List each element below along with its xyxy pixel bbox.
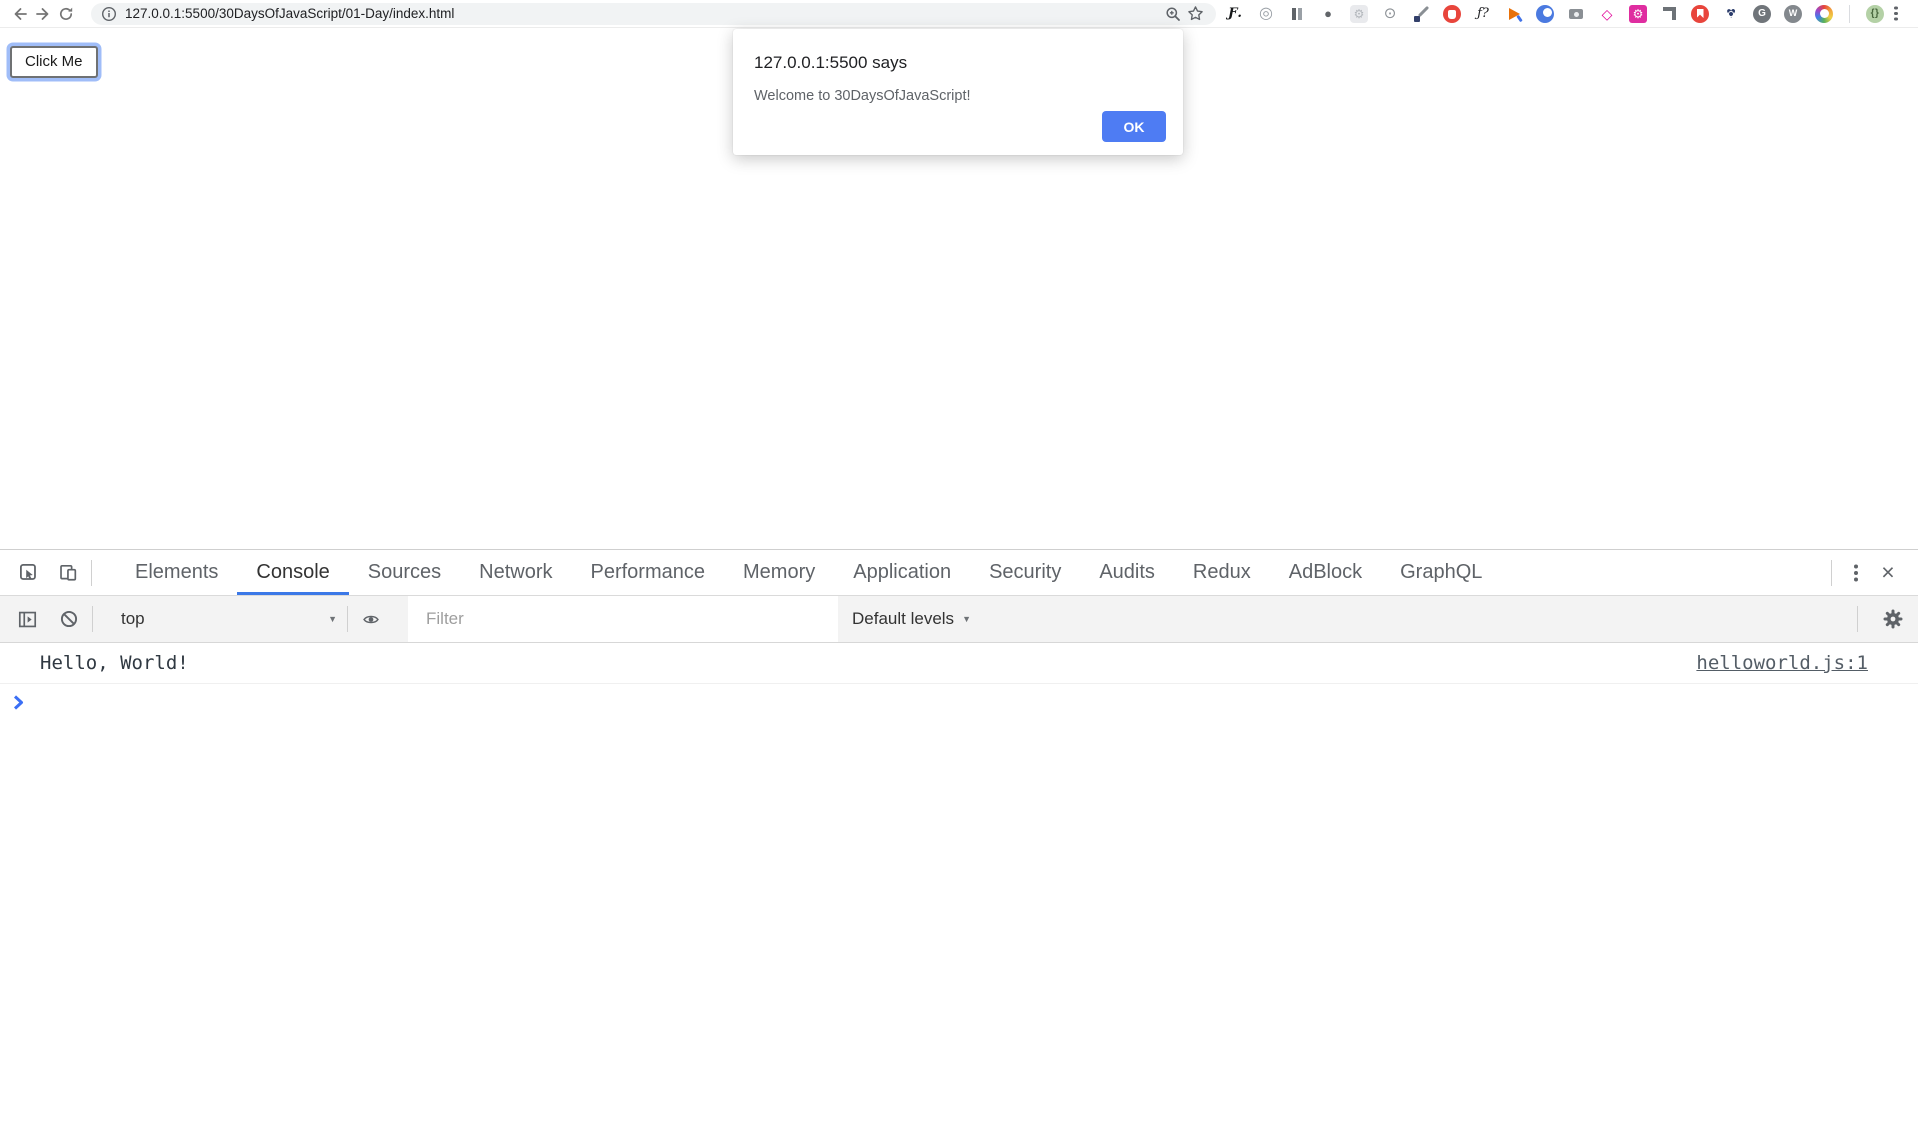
console-prompt-chevron-icon xyxy=(13,694,24,711)
alert-dialog-title: 127.0.0.1:5500 says xyxy=(754,53,1155,73)
execution-context-select[interactable]: top ▼ xyxy=(121,609,337,629)
devtools-tabbar: Elements Console Sources Network Perform… xyxy=(0,550,1918,596)
reload-button[interactable] xyxy=(54,2,77,26)
heart-search-extension-icon[interactable]: ♥ xyxy=(1722,5,1740,23)
click-me-button[interactable]: Click Me xyxy=(10,46,98,78)
clear-console-button[interactable] xyxy=(56,606,82,632)
url-text: 127.0.0.1:5500/30DaysOfJavaScript/01-Day… xyxy=(125,6,454,21)
tabbar-right-divider xyxy=(1831,560,1832,586)
color-picker-extension-icon[interactable] xyxy=(1412,5,1430,23)
console-toolbar-divider xyxy=(92,606,93,632)
json-viewer-extension-icon[interactable]: {} xyxy=(1866,5,1884,23)
target-extension-icon[interactable]: ◎ xyxy=(1257,5,1275,23)
browser-toolbar: 127.0.0.1:5500/30DaysOfJavaScript/01-Day… xyxy=(0,0,1918,28)
browser-menu-button[interactable] xyxy=(1884,2,1908,26)
tab-security[interactable]: Security xyxy=(970,550,1080,595)
tab-redux[interactable]: Redux xyxy=(1174,550,1270,595)
tab-performance[interactable]: Performance xyxy=(572,550,725,595)
function-question-extension-icon[interactable]: ƒ? xyxy=(1474,5,1492,23)
console-filter-input[interactable] xyxy=(408,596,838,642)
tab-elements[interactable]: Elements xyxy=(116,550,237,595)
extensions-strip: Ƒ. ◎ ● ⚙ ⊙ ƒ? ◇ ⚙ ♥ G W {} xyxy=(1226,5,1884,23)
zoom-magnifier-icon[interactable] xyxy=(1162,3,1184,25)
device-toolbar-icon xyxy=(59,563,78,582)
back-arrow-icon xyxy=(12,6,28,22)
camera-extension-icon[interactable] xyxy=(1567,5,1585,23)
alert-ok-button[interactable]: OK xyxy=(1102,111,1166,142)
gray-gear-extension-icon[interactable]: ⚙ xyxy=(1350,5,1368,23)
context-caret-down-icon: ▼ xyxy=(328,614,337,624)
live-expression-eye-button[interactable] xyxy=(358,606,384,632)
blue-orbit-extension-icon[interactable] xyxy=(1536,5,1554,23)
alert-dialog: 127.0.0.1:5500 says Welcome to 30DaysOfJ… xyxy=(733,29,1183,155)
info-icon[interactable] xyxy=(101,6,117,22)
console-sidebar-icon xyxy=(18,610,37,629)
tabbar-divider xyxy=(91,560,92,586)
console-sidebar-toggle-button[interactable] xyxy=(14,606,40,632)
forward-arrow-icon xyxy=(35,6,51,22)
tab-network[interactable]: Network xyxy=(460,550,571,595)
g-circle-extension-icon[interactable]: G xyxy=(1753,5,1771,23)
bookmark-star-icon[interactable] xyxy=(1184,3,1206,25)
reload-icon xyxy=(58,6,74,22)
clear-console-icon xyxy=(60,610,78,628)
log-levels-select[interactable]: Default levels ▼ xyxy=(852,609,971,629)
tab-sources[interactable]: Sources xyxy=(349,550,460,595)
gear-icon xyxy=(1883,609,1903,629)
devtools-close-button[interactable]: × xyxy=(1870,558,1906,588)
graphql-extension-icon[interactable]: ◇ xyxy=(1598,5,1616,23)
execution-context-value: top xyxy=(121,609,145,629)
tab-application[interactable]: Application xyxy=(834,550,970,595)
inspect-element-button[interactable] xyxy=(15,560,41,586)
pink-gear-extension-icon[interactable]: ⚙ xyxy=(1629,5,1647,23)
tab-audits[interactable]: Audits xyxy=(1080,550,1174,595)
eye-icon xyxy=(362,610,380,629)
tab-memory[interactable]: Memory xyxy=(724,550,834,595)
alert-dialog-message: Welcome to 30DaysOfJavaScript! xyxy=(754,88,1155,104)
stop-hand-extension-icon[interactable] xyxy=(1443,5,1461,23)
tab-console[interactable]: Console xyxy=(237,550,348,595)
devtools-panel: Elements Console Sources Network Perform… xyxy=(0,549,1918,1146)
console-toolbar-divider-2 xyxy=(347,606,348,632)
pause-bars-extension-icon[interactable] xyxy=(1288,5,1306,23)
red-bookmark-extension-icon[interactable] xyxy=(1691,5,1709,23)
back-button[interactable] xyxy=(8,2,31,26)
log-levels-value: Default levels xyxy=(852,609,954,629)
console-prompt-row[interactable] xyxy=(0,684,1918,716)
console-toolbar-right-divider xyxy=(1857,606,1858,632)
megaphone-extension-icon[interactable] xyxy=(1505,5,1523,23)
console-toolbar: top ▼ Default levels ▼ xyxy=(0,596,1918,643)
devtools-menu-button[interactable] xyxy=(1842,559,1870,587)
console-message-row: Hello, World! helloworld.js:1 xyxy=(0,643,1918,684)
color-ring-extension-icon[interactable] xyxy=(1815,5,1833,23)
levels-caret-down-icon: ▼ xyxy=(962,614,971,624)
w-circle-extension-icon[interactable]: W xyxy=(1784,5,1802,23)
tab-graphql[interactable]: GraphQL xyxy=(1381,550,1501,595)
gray-steps-extension-icon[interactable] xyxy=(1660,5,1678,23)
dots-circle-extension-icon[interactable]: ⊙ xyxy=(1381,5,1399,23)
fonts-ninja-extension-icon[interactable]: Ƒ. xyxy=(1226,5,1244,23)
device-toolbar-button[interactable] xyxy=(55,560,81,586)
bug-extension-icon[interactable]: ● xyxy=(1319,5,1337,23)
devtools-settings-button[interactable] xyxy=(1880,606,1906,632)
forward-button[interactable] xyxy=(31,2,54,26)
tab-adblock[interactable]: AdBlock xyxy=(1270,550,1381,595)
console-message-source-link[interactable]: helloworld.js:1 xyxy=(1696,652,1868,674)
extensions-separator xyxy=(1849,5,1850,23)
tabbar-spacer xyxy=(1501,550,1821,595)
inspect-cursor-icon xyxy=(19,563,38,582)
console-message-text: Hello, World! xyxy=(40,652,189,674)
url-bar[interactable]: 127.0.0.1:5500/30DaysOfJavaScript/01-Day… xyxy=(91,3,1216,25)
